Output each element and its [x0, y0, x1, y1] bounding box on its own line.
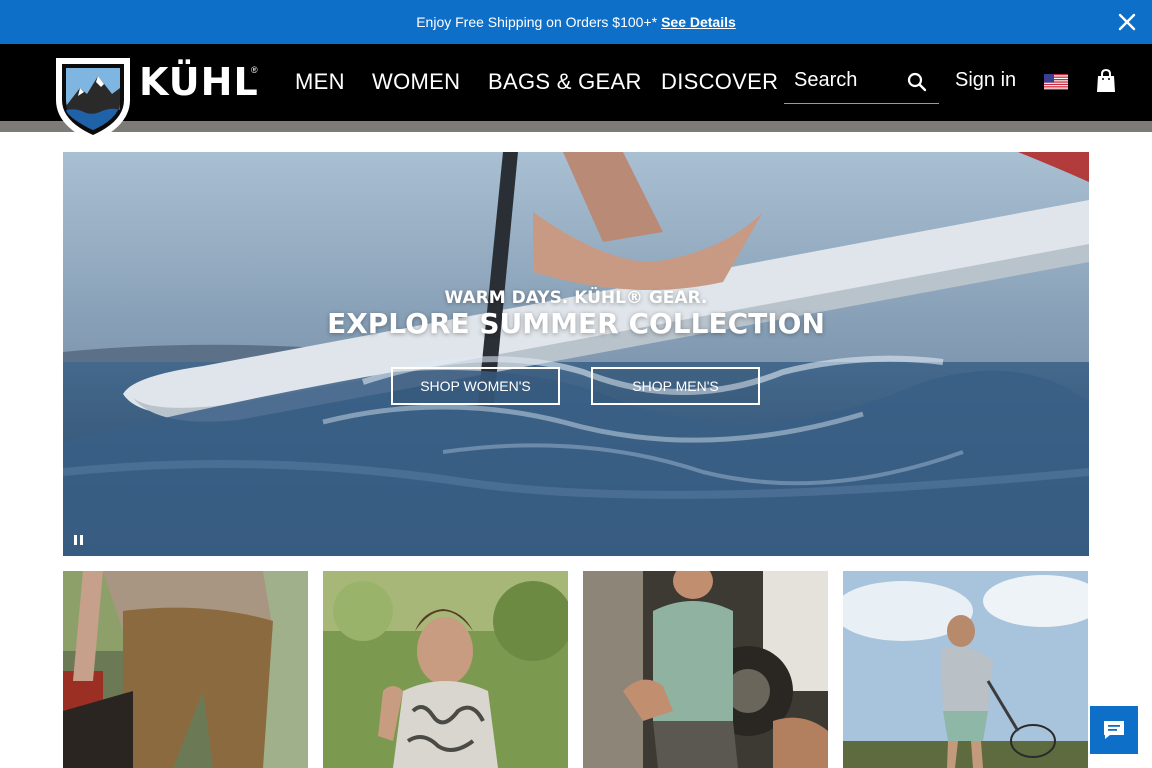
search-placeholder: Search: [794, 69, 858, 91]
shield-logo-icon: [56, 58, 130, 142]
category-tile-4[interactable]: [843, 571, 1088, 768]
shop-mens-label: SHOP MEN'S: [632, 378, 719, 394]
category-tile-1[interactable]: [63, 571, 308, 768]
brand-logo[interactable]: KÜHL ®: [52, 54, 264, 144]
tile-image-2: [323, 571, 568, 768]
hero-banner[interactable]: WARM DAYS. KÜHL® GEAR. EXPLORE SUMMER CO…: [63, 152, 1089, 556]
tile-image-4: [843, 571, 1088, 768]
nav-item-women[interactable]: WOMEN: [372, 62, 460, 102]
tile-image-1: [63, 571, 308, 768]
chat-icon: [1104, 721, 1124, 739]
sign-in-link[interactable]: Sign in: [955, 69, 1016, 92]
see-details-link[interactable]: See Details: [661, 14, 736, 30]
promo-text: Enjoy Free Shipping on Orders $100+*: [416, 14, 658, 30]
close-icon[interactable]: [1116, 11, 1138, 33]
search-icon[interactable]: [907, 72, 927, 92]
brand-wordmark: KÜHL: [139, 60, 259, 104]
nav-item-bags-gear[interactable]: BAGS & GEAR: [488, 62, 642, 102]
pause-icon[interactable]: [73, 534, 85, 546]
category-tile-2[interactable]: [323, 571, 568, 768]
hero-kicker: WARM DAYS. KÜHL® GEAR.: [444, 288, 708, 308]
search-input[interactable]: Search: [784, 62, 939, 104]
shop-mens-button[interactable]: SHOP MEN'S: [591, 367, 760, 405]
brand-registered-mark: ®: [251, 65, 258, 75]
chat-button[interactable]: [1090, 706, 1138, 754]
tile-image-3: [583, 571, 828, 768]
shopping-bag-icon[interactable]: [1096, 69, 1116, 93]
us-flag-icon[interactable]: [1044, 74, 1068, 90]
shop-womens-button[interactable]: SHOP WOMEN'S: [391, 367, 560, 405]
nav-item-discover[interactable]: DISCOVER: [661, 62, 778, 102]
hero-image: [63, 152, 1089, 556]
promo-bar: Enjoy Free Shipping on Orders $100+* See…: [0, 0, 1152, 44]
category-tile-3[interactable]: [583, 571, 828, 768]
nav-item-men[interactable]: MEN: [295, 62, 345, 102]
hero-headline: EXPLORE SUMMER COLLECTION: [327, 307, 825, 340]
shop-womens-label: SHOP WOMEN'S: [420, 378, 531, 394]
